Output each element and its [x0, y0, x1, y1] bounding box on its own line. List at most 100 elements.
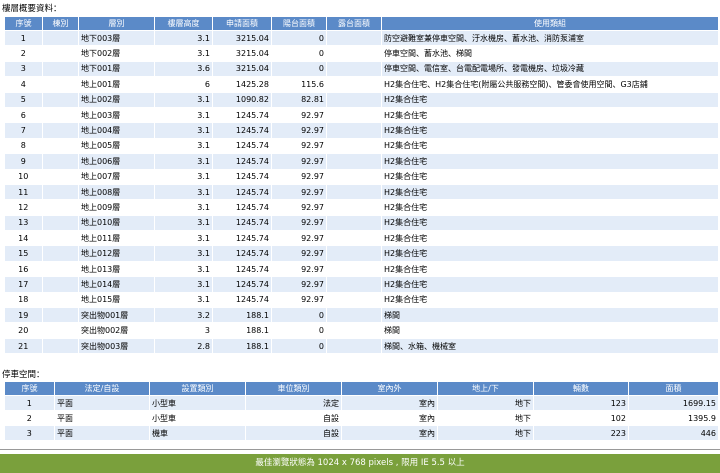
floors-cell: [326, 338, 382, 355]
floors-row: 4 地上001層 6 1425.28 115.6 H2集合住宅、H2集合住宅(附屬公共服務…: [4, 76, 719, 93]
floors-cell: 3.1: [154, 199, 213, 216]
floors-cell: 1245.74: [212, 138, 272, 155]
parking-cell: 1: [4, 395, 55, 411]
parking-cell: 平面: [54, 410, 150, 426]
floors-cell: 地下003層: [78, 30, 155, 47]
parking-cell: 室內: [341, 425, 438, 441]
floors-cell: 3: [4, 61, 43, 78]
floors-row: 7 地上004層 3.1 1245.74 92.97 H2集合住宅: [4, 122, 719, 139]
floors-cell: [326, 153, 382, 170]
floors-cell: H2集合住宅: [381, 292, 719, 309]
floors-cell: [42, 322, 79, 339]
floors-cell: 188.1: [212, 307, 272, 324]
parking-header-cell: 車位類別: [245, 381, 342, 396]
parking-cell: 地下: [437, 410, 534, 426]
floors-cell: 地上001層: [78, 76, 155, 93]
floors-cell: [42, 153, 79, 170]
floors-cell: 1245.74: [212, 122, 272, 139]
floors-cell: [326, 276, 382, 293]
floors-cell: [326, 230, 382, 247]
floors-cell: 地上012層: [78, 245, 155, 262]
floors-row: 14 地上011層 3.1 1245.74 92.97 H2集合住宅: [4, 230, 719, 247]
parking-cell: 自設: [245, 410, 342, 426]
floors-cell: 1245.74: [212, 153, 272, 170]
floors-cell: 1245.74: [212, 230, 272, 247]
floors-cell: [326, 92, 382, 108]
floors-cell: 3.1: [154, 122, 213, 139]
floors-row: 10 地上007層 3.1 1245.74 92.97 H2集合住宅: [4, 169, 719, 185]
floors-row: 18 地上015層 3.1 1245.74 92.97 H2集合住宅: [4, 292, 719, 309]
floors-cell: 12: [4, 199, 43, 216]
parking-header-cell: 法定/自設: [54, 381, 150, 396]
floors-cell: 3215.04: [212, 45, 272, 62]
parking-cell: 機車: [149, 425, 246, 441]
parking-header-cell: 序號: [4, 381, 55, 396]
floors-cell: H2集合住宅: [381, 153, 719, 170]
floors-row: 11 地上008層 3.1 1245.74 92.97 H2集合住宅: [4, 184, 719, 201]
floors-cell: H2集合住宅、H2集合住宅(附屬公共服務空間)、管委會使用空間、G3店鋪: [381, 76, 719, 93]
floors-cell: 1: [4, 30, 43, 47]
floors-cell: 92.97: [271, 276, 327, 293]
floors-cell: H2集合住宅: [381, 107, 719, 124]
floors-cell: 92.97: [271, 230, 327, 247]
floors-cell: 地上014層: [78, 276, 155, 293]
floors-cell: [326, 184, 382, 201]
parking-cell: 小型車: [149, 410, 246, 426]
floors-cell: 0: [271, 30, 327, 47]
floors-cell: [326, 307, 382, 324]
floors-cell: [326, 261, 382, 278]
floors-cell: 8: [4, 138, 43, 155]
floors-cell: 地上002層: [78, 92, 155, 108]
floors-cell: 梯間: [381, 307, 719, 324]
floors-cell: 2.8: [154, 338, 213, 355]
parking-header-cell: 地上/下: [437, 381, 534, 396]
parking-section-title: 停車空間：: [2, 370, 45, 380]
parking-header-cell: 設置類別: [149, 381, 246, 396]
floors-cell: [42, 76, 79, 93]
floors-cell: 5: [4, 92, 43, 108]
floors-cell: [42, 92, 79, 108]
floors-cell: 92.97: [271, 184, 327, 201]
floors-cell: 4: [4, 76, 43, 93]
floors-cell: [326, 107, 382, 124]
parking-cell: 法定: [245, 395, 342, 411]
floors-cell: [326, 122, 382, 139]
floors-cell: [42, 215, 79, 232]
parking-header-cell: 面積: [628, 381, 719, 396]
floors-cell: 地上008層: [78, 184, 155, 201]
floors-cell: 82.81: [271, 92, 327, 108]
floors-cell: 92.97: [271, 215, 327, 232]
divider: [0, 449, 720, 450]
parking-cell: 平面: [54, 425, 150, 441]
floors-cell: 188.1: [212, 338, 272, 355]
parking-cell: 小型車: [149, 395, 246, 411]
floors-cell: 3.1: [154, 292, 213, 309]
parking-cell: 223: [533, 425, 629, 441]
floors-cell: 0: [271, 322, 327, 339]
floors-cell: 3.1: [154, 107, 213, 124]
floors-row: 1 地下003層 3.1 3215.04 0 防空避難室兼停車空間、汙水機房、蓄水池、消防…: [4, 30, 719, 47]
parking-cell: 1395.9: [628, 410, 719, 426]
parking-table: 序號 法定/自設 設置類別 車位類別 室內外 地上/下 輛數 面積 1 平面 小型車 法定 室內 地下 1…: [4, 381, 719, 441]
floors-row: 17 地上014層 3.1 1245.74 92.97 H2集合住宅: [4, 276, 719, 293]
floors-cell: H2集合住宅: [381, 261, 719, 278]
floors-cell: [326, 76, 382, 93]
floors-row: 21 突出物003層 2.8 188.1 0 梯間、水箱、機械室: [4, 338, 719, 355]
floors-row: 12 地上009層 3.1 1245.74 92.97 H2集合住宅: [4, 199, 719, 216]
floors-cell: H2集合住宅: [381, 245, 719, 262]
parking-row: 1 平面 小型車 法定 室內 地下 123 1699.15: [4, 395, 719, 411]
floors-cell: H2集合住宅: [381, 92, 719, 108]
parking-cell: 123: [533, 395, 629, 411]
floors-cell: 停車空間、電信室、台電配電場所、發電機房、垃圾冷藏: [381, 61, 719, 78]
floors-cell: 17: [4, 276, 43, 293]
floors-cell: 1245.74: [212, 292, 272, 309]
floors-cell: 92.97: [271, 199, 327, 216]
floors-cell: 梯間: [381, 322, 719, 339]
floors-cell: [326, 169, 382, 185]
floors-cell: H2集合住宅: [381, 230, 719, 247]
floors-cell: 6: [4, 107, 43, 124]
floors-cell: [42, 169, 79, 185]
floors-cell: 1245.74: [212, 215, 272, 232]
floors-cell: 2: [4, 45, 43, 62]
floors-cell: 21: [4, 338, 43, 355]
